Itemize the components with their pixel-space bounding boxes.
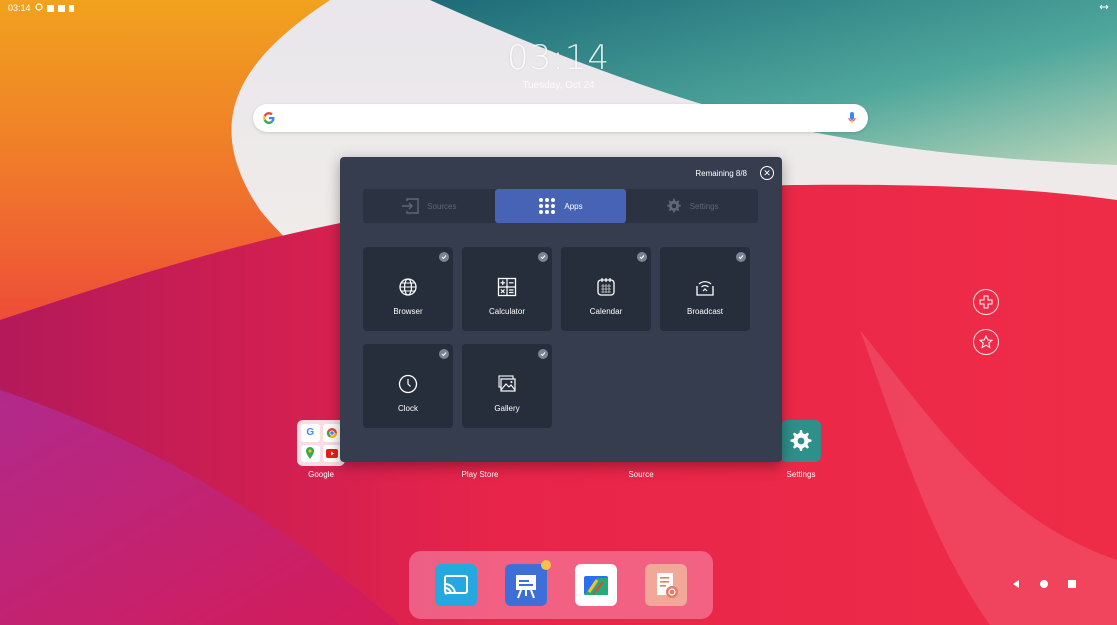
remaining-count: Remaining 8/8 — [695, 169, 747, 178]
tab-label: Apps — [564, 201, 583, 211]
check-icon[interactable] — [637, 252, 647, 262]
app-tile-browser[interactable]: Browser — [363, 247, 453, 331]
input-icon — [402, 198, 419, 214]
close-button[interactable]: ✕ — [760, 166, 774, 180]
back-icon[interactable] — [1011, 579, 1021, 589]
check-icon[interactable] — [439, 252, 449, 262]
app-label: Play Store — [461, 470, 499, 479]
dock — [409, 551, 713, 619]
recents-icon[interactable] — [1067, 579, 1077, 589]
files-icon[interactable] — [575, 564, 617, 606]
app-label: Google — [308, 470, 334, 479]
app-selection-panel: Remaining 8/8 ✕ Sources Apps Settings Br… — [340, 157, 782, 462]
home-date: Tuesday, Oct 24 — [522, 80, 595, 91]
broadcast-icon — [696, 281, 714, 296]
settings-status-icon — [34, 3, 43, 13]
mic-icon[interactable] — [846, 110, 858, 126]
grid-icon — [539, 198, 556, 214]
app-label: Gallery — [494, 404, 520, 413]
calendar-icon — [597, 278, 615, 296]
star-icon — [979, 335, 993, 349]
notification-icon — [57, 4, 65, 12]
lock-icon — [68, 4, 74, 12]
home-icon[interactable] — [1039, 579, 1049, 589]
whiteboard-icon[interactable] — [505, 560, 551, 606]
google-icon — [261, 110, 277, 126]
calculator-icon — [497, 277, 517, 297]
app-tile-broadcast[interactable]: Broadcast — [660, 247, 750, 331]
globe-icon — [399, 278, 417, 296]
check-icon[interactable] — [736, 252, 746, 262]
tab-settings[interactable]: Settings — [626, 189, 758, 223]
app-label: Broadcast — [686, 307, 724, 316]
app-label: Clock — [397, 404, 418, 413]
status-bar: 03:14 — [0, 0, 1117, 16]
app-label: Browser — [393, 307, 423, 316]
app-label: Source — [628, 470, 654, 479]
expand-icon[interactable] — [1099, 3, 1109, 13]
app-tile-calculator[interactable]: Calculator — [462, 247, 552, 331]
notification-icon — [46, 4, 54, 12]
image-icon — [498, 375, 516, 392]
folder-icon: G — [297, 420, 345, 466]
clock-icon — [398, 374, 418, 394]
check-icon[interactable] — [538, 349, 548, 359]
app-grid: Browser Calculator Calendar Broadcast Cl… — [363, 247, 763, 428]
plus-icon — [979, 295, 993, 309]
navigation-bar — [1011, 579, 1077, 589]
add-widget-button[interactable] — [973, 289, 999, 315]
app-label: Calendar — [589, 307, 623, 316]
app-tile-calendar[interactable]: Calendar — [561, 247, 651, 331]
close-icon: ✕ — [763, 168, 771, 178]
notes-icon[interactable] — [645, 564, 687, 606]
tab-apps[interactable]: Apps — [494, 189, 627, 223]
status-time: 03:14 — [8, 3, 31, 13]
home-clock[interactable]: 03:14 — [0, 38, 1117, 78]
app-tile-gallery[interactable]: Gallery — [462, 344, 552, 428]
check-icon[interactable] — [439, 349, 449, 359]
gear-icon — [666, 198, 681, 213]
favorites-button[interactable] — [973, 329, 999, 355]
check-icon[interactable] — [538, 252, 548, 262]
app-label: Settings — [786, 470, 816, 479]
tab-sources[interactable]: Sources — [363, 189, 495, 223]
app-label: Calculator — [488, 307, 525, 316]
panel-tabs: Sources Apps Settings — [363, 189, 758, 223]
cast-icon[interactable] — [435, 564, 477, 606]
gear-icon — [781, 420, 821, 462]
notification-dot — [541, 560, 551, 570]
app-tile-clock[interactable]: Clock — [363, 344, 453, 428]
tab-label: Sources — [427, 201, 457, 211]
tab-label: Settings — [689, 201, 719, 211]
google-search-bar[interactable] — [253, 104, 868, 132]
